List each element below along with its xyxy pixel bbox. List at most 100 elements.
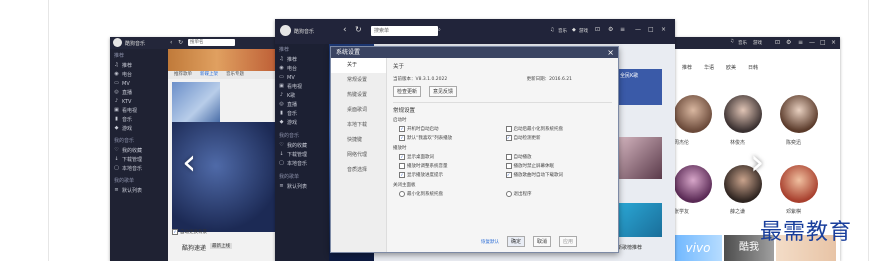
artist-name-1: 周杰伦 — [674, 140, 690, 146]
nav-general[interactable]: 常规设置 — [331, 73, 386, 88]
sidebar-item-game[interactable]: ◆ 游戏 — [275, 118, 329, 127]
dialog-close-icon[interactable]: × — [607, 47, 614, 58]
tab-topics[interactable]: 音乐专题 — [226, 71, 244, 79]
apply-button[interactable]: 应用 — [559, 236, 578, 247]
tab-new-albums[interactable]: 新碟上架 — [200, 71, 218, 79]
opt-close-to-tray[interactable]: 最小化到系统托盘 — [399, 191, 506, 197]
opt-progress-tip[interactable]: ✓ 显示播放进度提示 — [399, 172, 506, 178]
sidebar-item-downloads[interactable]: ↓ 下载管理 — [110, 155, 168, 164]
search-input[interactable]: 搜索单 — [371, 26, 438, 36]
nav-shortcuts[interactable]: 快捷键 — [331, 133, 386, 148]
tab-recommend[interactable]: 推荐 — [682, 64, 692, 71]
nav-audio-quality[interactable]: 音质选择 — [331, 163, 386, 178]
sidebar-item-local[interactable]: ▢ 本地音乐 — [275, 159, 329, 168]
back-arrow-icon[interactable]: ‹ — [343, 25, 347, 35]
sidebar-item-game[interactable]: ◆ 游戏 — [110, 124, 168, 133]
search-icon[interactable]: ⌕ — [438, 27, 441, 33]
sidebar-item-favorites[interactable]: ♡ 我的收藏 — [110, 146, 168, 155]
top-link-music[interactable]: 音乐 — [558, 28, 567, 34]
top-link-music[interactable]: 音乐 — [738, 40, 747, 46]
top-link-game[interactable]: 游戏 — [753, 40, 762, 46]
top-link-game[interactable]: 游戏 — [579, 28, 588, 34]
right-panel-promo[interactable]: 全民K歌 — [617, 69, 662, 105]
opt-adjust-volume[interactable]: 播放时调整系统音量 — [399, 163, 506, 169]
album-cover[interactable] — [172, 82, 220, 122]
cancel-button[interactable]: 取消 — [533, 236, 552, 247]
opt-autostart[interactable]: ✓ 开机时自动启动 — [399, 126, 506, 132]
auto-skin-checkbox[interactable]: ✓ 自动更换背景 — [172, 229, 207, 235]
tab-playlist[interactable]: 推荐歌单 — [174, 71, 192, 79]
skin-icon[interactable]: ⊡ — [775, 39, 780, 46]
sidebar-item-ksong[interactable]: ♪ K歌 — [275, 91, 329, 100]
sidebar-item-mv[interactable]: ▭ MV — [275, 73, 329, 82]
opt-download-lyrics[interactable]: ✓ 播放歌曲时自动下载歌词 — [505, 172, 613, 178]
menu-icon[interactable]: ≡ — [798, 39, 803, 46]
version-row: 当前版本：V8.3.1.0.2022 更新日期：2016.6.21 — [393, 76, 612, 82]
opt-minimize-tray[interactable]: 启动后最小化到系统托盘 — [505, 126, 613, 132]
sidebar-item-radio[interactable]: ◉ 电台 — [110, 70, 168, 79]
sidebar-item-favorites[interactable]: ♡ 我的收藏 — [275, 141, 329, 150]
opt-exit-program[interactable]: 退出程序 — [505, 191, 613, 197]
back-arrow-icon[interactable]: ‹ — [170, 39, 172, 46]
menu-icon[interactable]: ≡ — [620, 26, 625, 33]
opt-auto-update[interactable]: ✓ 自动检测更新 — [505, 135, 613, 141]
check-update-button[interactable]: 检查更新 — [393, 86, 422, 97]
feedback-button[interactable]: 意见反馈 — [429, 86, 458, 97]
settings-icon[interactable]: ⚙ — [786, 39, 791, 46]
nav-desktop-lyrics[interactable]: 桌面歌词 — [331, 103, 386, 118]
artist-avatar-2[interactable] — [724, 95, 762, 133]
nav-local-download[interactable]: 本地下载 — [331, 118, 386, 133]
headset-icon[interactable]: ♫ — [730, 39, 734, 44]
tab-western[interactable]: 欧美 — [726, 64, 736, 71]
artist-avatar-4[interactable] — [674, 165, 712, 203]
sidebar-item-radio[interactable]: ◉ 电台 — [275, 64, 329, 73]
nav-hotkeys[interactable]: 热键设置 — [331, 88, 386, 103]
nav-proxy[interactable]: 网络代理 — [331, 148, 386, 163]
search-input[interactable]: 搜单名 — [188, 39, 235, 46]
sidebar-item-default-list[interactable]: ≡ 默认列表 — [275, 182, 329, 191]
carousel-next-icon[interactable]: › — [750, 142, 764, 183]
sidebar-item-tv[interactable]: ▣ 看电视 — [275, 82, 329, 91]
opt-default-list[interactable]: ✓ 默认“我喜欢”列表播放 — [399, 135, 506, 141]
settings-icon[interactable]: ⚙ — [608, 26, 613, 33]
refresh-icon[interactable]: ↻ — [355, 25, 362, 34]
sidebar-item-tv[interactable]: ▣ 看电视 — [110, 106, 168, 115]
sidebar-item-default-list[interactable]: ≡ 默认列表 — [110, 186, 168, 195]
right-panel-banner[interactable] — [617, 203, 662, 237]
tab-jpkr[interactable]: 日韩 — [748, 64, 758, 71]
nav-about[interactable]: 关于 — [331, 58, 386, 73]
minimize-icon[interactable]: — — [635, 26, 641, 33]
bars-icon: ▮ — [115, 116, 118, 122]
sidebar-item-mv[interactable]: ▭ MV — [110, 79, 168, 88]
ad-banner-vivo[interactable]: vivo — [674, 235, 722, 261]
maximize-icon[interactable]: □ — [820, 39, 826, 46]
maximize-icon[interactable]: □ — [648, 26, 654, 33]
sidebar-item-recommend[interactable]: ♫ 推荐 — [275, 55, 329, 64]
sidebar-item-ktv[interactable]: ♪ KTV — [110, 97, 168, 106]
sidebar-item-downloads[interactable]: ↓ 下载管理 — [275, 150, 329, 159]
refresh-icon[interactable]: ↻ — [178, 39, 183, 46]
sidebar-item-recommend[interactable]: ♫ 推荐 — [110, 61, 168, 70]
minimize-icon[interactable]: — — [809, 39, 815, 46]
opt-autoplay[interactable]: 自动播放 — [505, 154, 613, 160]
sidebar-item-live[interactable]: ◎ 直播 — [110, 88, 168, 97]
artist-avatar-3[interactable] — [780, 95, 818, 133]
sidebar-item-live[interactable]: ◎ 直播 — [275, 100, 329, 109]
artist-avatar-6[interactable] — [780, 165, 818, 203]
opt-desktop-lyrics[interactable]: ✓ 显示桌面歌词 — [399, 154, 506, 160]
close-icon[interactable]: × — [831, 39, 836, 46]
headset-icon[interactable]: ♫ — [550, 27, 554, 33]
artist-avatar-1[interactable] — [674, 95, 712, 133]
restore-defaults-link[interactable]: 恢复默认 — [481, 239, 499, 245]
close-icon[interactable]: × — [661, 26, 666, 33]
skin-icon[interactable]: ⊡ — [595, 26, 600, 33]
gamepad-top-icon[interactable]: ◆ — [572, 27, 576, 33]
opt-no-sleep[interactable]: 播放时禁止屏幕休眠 — [505, 163, 613, 169]
right-panel-photo[interactable] — [617, 137, 662, 179]
sidebar-item-music[interactable]: ▮ 音乐 — [275, 109, 329, 118]
carousel-prev-icon[interactable]: ‹ — [182, 142, 196, 183]
sidebar-item-local[interactable]: ▢ 本地音乐 — [110, 164, 168, 173]
ok-button[interactable]: 确定 — [507, 236, 526, 247]
sidebar-item-music[interactable]: ▮ 音乐 — [110, 115, 168, 124]
tab-chinese[interactable]: 华语 — [704, 64, 714, 71]
